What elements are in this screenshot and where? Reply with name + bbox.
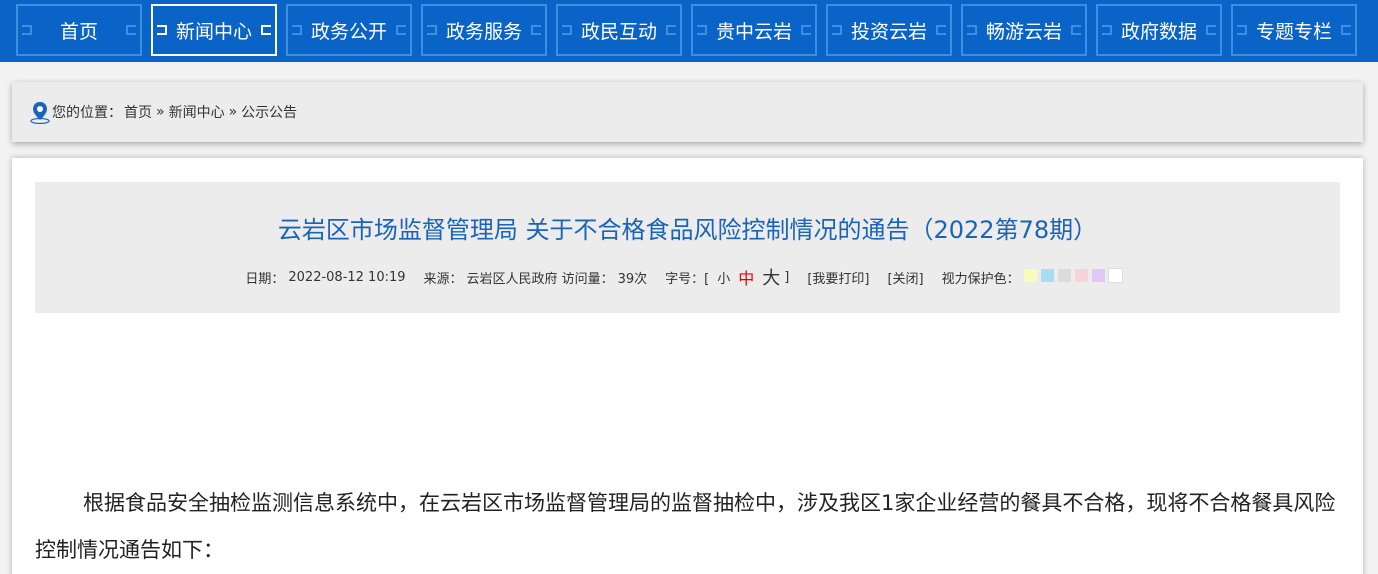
eye-color-swatch[interactable] [1107, 267, 1123, 283]
font-large-button[interactable]: 大 [762, 264, 780, 290]
font-medium-button[interactable]: 中 [738, 265, 754, 289]
nav-item-gov-service[interactable]: 政务服务 [421, 4, 547, 56]
nav-label: 新闻中心 [175, 20, 252, 43]
nav-item-invest[interactable]: 投资云岩 [826, 4, 952, 56]
nav-label: 政民互动 [580, 20, 657, 43]
eye-color-swatch[interactable] [1023, 268, 1037, 282]
breadcrumb-separator: » [228, 104, 238, 120]
nav-item-data[interactable]: 政府数据 [1096, 4, 1222, 56]
date-label: 日期： [245, 271, 285, 287]
eye-color-swatch[interactable] [1057, 268, 1071, 282]
close-button[interactable]: [关闭] [887, 268, 923, 287]
nav-label: 政务服务 [445, 20, 522, 43]
nav-item-interaction[interactable]: 政民互动 [556, 4, 682, 56]
nav-label: 畅游云岩 [985, 20, 1062, 43]
location-pin-icon [30, 102, 50, 124]
breadcrumb: 您的位置： 首页 » 新闻中心 » 公示公告 [12, 82, 1363, 142]
nav-label: 政府数据 [1120, 20, 1197, 43]
nav-item-special[interactable]: 专题专栏 [1231, 4, 1357, 56]
nav-item-travel[interactable]: 畅游云岩 [961, 4, 1087, 56]
eye-color-swatch[interactable] [1040, 268, 1054, 282]
article-card: 云岩区市场监督管理局 关于不合格食品风险控制情况的通告（2022第78期） 日期… [12, 158, 1363, 574]
top-nav: 首页 新闻中心 政务公开 政务服务 政民互动 贵中云岩 投资云岩 畅游云岩 政府… [0, 0, 1378, 62]
nav-label: 投资云岩 [850, 20, 927, 43]
article-header: 云岩区市场监督管理局 关于不合格食品风险控制情况的通告（2022第78期） 日期… [35, 182, 1340, 313]
nav-item-gov-open[interactable]: 政务公开 [286, 4, 412, 56]
eye-color-swatch[interactable] [1074, 268, 1088, 282]
eye-color-swatches [1023, 267, 1126, 286]
nav-label: 首页 [59, 20, 98, 43]
breadcrumb-section[interactable]: 新闻中心 [169, 102, 225, 122]
breadcrumb-current[interactable]: 公示公告 [241, 102, 297, 122]
source-value: 云岩区人民政府 [466, 271, 558, 287]
date-value: 2022-08-12 10:19 [288, 269, 406, 285]
breadcrumb-home[interactable]: 首页 [124, 102, 152, 122]
source-label: 来源： [423, 271, 463, 287]
fontsize-close: ] [784, 269, 790, 285]
nav-label: 贵中云岩 [715, 20, 792, 43]
visits-value: 39次 [617, 271, 648, 287]
fontsize-label: 字号：[ [665, 271, 710, 287]
nav-item-news[interactable]: 新闻中心 [151, 4, 277, 56]
print-button[interactable]: [我要打印] [807, 268, 869, 287]
article-title: 云岩区市场监督管理局 关于不合格食品风险控制情况的通告（2022第78期） [277, 216, 1098, 244]
visits-label: 访问量： [561, 271, 614, 287]
breadcrumb-separator: » [156, 104, 165, 120]
nav-item-home[interactable]: 首页 [16, 4, 142, 56]
nav-label: 专题专栏 [1255, 20, 1332, 43]
nav-item-guizhong[interactable]: 贵中云岩 [691, 4, 817, 56]
article-paragraph: 根据食品安全抽检监测信息系统中，在云岩区市场监督管理局的监督抽检中，涉及我区1家… [35, 491, 1336, 562]
eye-color-swatch[interactable] [1091, 268, 1105, 282]
nav-label: 政务公开 [310, 20, 387, 43]
article-meta: 日期： 2022-08-12 10:19 来源： 云岩区人民政府 访问量： 39… [35, 264, 1340, 290]
font-small-button[interactable]: 小 [717, 268, 730, 287]
breadcrumb-prefix: 您的位置： [52, 105, 122, 121]
eye-protect-label: 视力保护色： [941, 271, 1020, 287]
